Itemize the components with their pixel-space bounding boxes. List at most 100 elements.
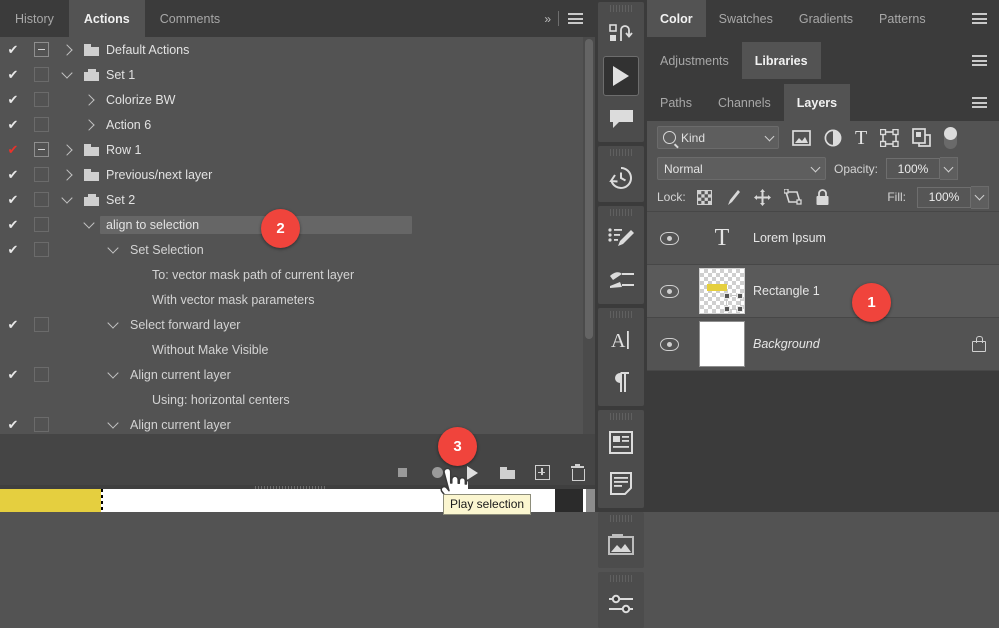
chevron-down-icon[interactable] xyxy=(102,417,124,430)
action-toggle-checkmark[interactable]: ✔ xyxy=(0,368,26,381)
action-toggle-checkmark[interactable]: ✔ xyxy=(0,193,26,206)
rail-grip[interactable] xyxy=(610,413,632,420)
panel-menu-icon[interactable] xyxy=(972,55,987,66)
tab-gradients[interactable]: Gradients xyxy=(786,0,866,37)
lock-transparent-pixels-icon[interactable] xyxy=(696,189,712,205)
layer-row[interactable]: T Lorem Ipsum xyxy=(647,212,999,265)
action-dialog-toggle[interactable] xyxy=(26,167,56,182)
action-row[interactable]: Without Make Visible xyxy=(0,337,583,362)
action-row[interactable]: ✔ Row 1 xyxy=(0,137,583,162)
panel-menu-icon[interactable] xyxy=(972,13,987,24)
canvas-scrollbar[interactable] xyxy=(586,489,595,512)
action-toggle-checkmark[interactable]: ✔ xyxy=(0,243,26,256)
rail-grip[interactable] xyxy=(610,515,632,522)
layer-thumbnail[interactable]: T xyxy=(691,226,753,250)
chevron-right-icon[interactable] xyxy=(56,168,78,181)
action-row[interactable]: ✔ Action 6 xyxy=(0,112,583,137)
rail-libraries-icon[interactable] xyxy=(598,523,644,565)
filter-pixel-layers-icon[interactable] xyxy=(792,129,811,146)
action-dialog-toggle[interactable] xyxy=(26,142,56,157)
action-dialog-toggle[interactable] xyxy=(26,317,56,332)
opacity-stepper[interactable] xyxy=(940,157,959,180)
rail-character-icon[interactable]: A xyxy=(598,319,644,361)
layer-thumbnail[interactable] xyxy=(691,321,753,367)
tab-libraries[interactable]: Libraries xyxy=(741,42,821,79)
fill-stepper[interactable] xyxy=(971,185,989,209)
rail-history-actions-icon[interactable] xyxy=(598,13,644,55)
action-toggle-checkmark[interactable]: ✔ xyxy=(0,418,26,431)
action-toggle-checkmark[interactable]: ✔ xyxy=(0,218,26,231)
layer-row[interactable]: Rectangle 1 xyxy=(647,265,999,318)
rail-brush-settings-icon[interactable] xyxy=(598,259,644,301)
action-dialog-toggle[interactable] xyxy=(26,42,56,57)
action-dialog-toggle[interactable] xyxy=(26,417,56,432)
action-row[interactable]: Using: horizontal centers xyxy=(0,387,583,412)
tab-patterns[interactable]: Patterns xyxy=(866,0,939,37)
chevron-down-icon[interactable] xyxy=(102,367,124,380)
action-toggle-checkmark[interactable]: ✔ xyxy=(0,118,26,131)
chevron-down-icon[interactable] xyxy=(78,217,100,230)
layer-visibility-toggle[interactable] xyxy=(647,337,691,351)
lock-image-pixels-icon[interactable] xyxy=(725,189,741,206)
rail-grip[interactable] xyxy=(610,209,632,216)
chevron-down-icon[interactable] xyxy=(56,67,78,80)
actions-scrollbar-thumb[interactable] xyxy=(585,39,593,339)
action-row[interactable]: To: vector mask path of current layer xyxy=(0,262,583,287)
filter-smart-objects-icon[interactable] xyxy=(912,128,932,147)
chevron-down-icon[interactable] xyxy=(102,317,124,330)
rail-comments-icon[interactable] xyxy=(598,97,644,139)
rail-properties-icon[interactable] xyxy=(598,421,644,463)
action-dialog-toggle[interactable] xyxy=(26,367,56,382)
layer-visibility-toggle[interactable] xyxy=(647,284,691,298)
chevron-down-icon[interactable] xyxy=(102,242,124,255)
rail-grip[interactable] xyxy=(610,149,632,156)
action-dialog-toggle[interactable] xyxy=(26,242,56,257)
tab-channels[interactable]: Channels xyxy=(705,84,784,121)
tab-color[interactable]: Color xyxy=(647,0,706,37)
action-row[interactable]: ✔ Set 1 xyxy=(0,62,583,87)
action-row[interactable]: ✔ Select forward layer xyxy=(0,312,583,337)
rail-grip[interactable] xyxy=(610,5,632,12)
opacity-value[interactable]: 100% xyxy=(886,158,941,179)
action-row[interactable]: ✔ Align current layer xyxy=(0,412,583,434)
action-row[interactable]: ✔ Previous/next layer xyxy=(0,162,583,187)
rail-history-icon[interactable] xyxy=(598,157,644,199)
action-row[interactable]: With vector mask parameters xyxy=(0,287,583,312)
action-toggle-checkmark[interactable]: ✔ xyxy=(0,43,26,56)
chevron-double-right-icon[interactable]: » xyxy=(544,12,551,26)
chevron-right-icon[interactable] xyxy=(78,118,100,131)
blend-mode-select[interactable]: Normal xyxy=(657,157,826,180)
lock-position-icon[interactable] xyxy=(753,188,771,206)
action-dialog-toggle[interactable] xyxy=(26,192,56,207)
chevron-right-icon[interactable] xyxy=(56,143,78,156)
action-toggle-checkmark[interactable]: ✔ xyxy=(0,318,26,331)
tab-actions[interactable]: Actions xyxy=(68,0,145,37)
rail-adjustments-icon[interactable] xyxy=(598,583,644,625)
layer-visibility-toggle[interactable] xyxy=(647,231,691,245)
action-row[interactable]: ✔ Default Actions xyxy=(0,37,583,62)
tab-layers[interactable]: Layers xyxy=(783,84,851,121)
action-dialog-toggle[interactable] xyxy=(26,217,56,232)
filter-toggle-switch[interactable] xyxy=(944,126,958,149)
filter-adjustment-layers-icon[interactable] xyxy=(824,129,842,147)
chevron-down-icon[interactable] xyxy=(56,192,78,205)
chevron-right-icon[interactable] xyxy=(78,93,100,106)
layer-thumbnail[interactable] xyxy=(691,268,753,314)
rail-paragraph-icon[interactable] xyxy=(598,361,644,403)
tab-paths[interactable]: Paths xyxy=(647,84,705,121)
lock-artboard-nesting-icon[interactable] xyxy=(783,188,802,206)
tab-swatches[interactable]: Swatches xyxy=(706,0,786,37)
tab-adjustments[interactable]: Adjustments xyxy=(647,42,742,79)
action-row[interactable]: ✔ Colorize BW xyxy=(0,87,583,112)
panel-menu-icon[interactable] xyxy=(568,13,583,24)
panel-menu-icon[interactable] xyxy=(972,97,987,108)
rail-notes-icon[interactable] xyxy=(598,463,644,505)
tab-comments[interactable]: Comments xyxy=(144,0,236,37)
action-toggle-checkmark[interactable]: ✔ xyxy=(0,168,26,181)
actions-scrollbar[interactable] xyxy=(583,37,595,434)
layer-row[interactable]: Background xyxy=(647,318,999,371)
action-dialog-toggle[interactable] xyxy=(26,67,56,82)
fill-value[interactable]: 100% xyxy=(917,186,971,208)
filter-kind-select[interactable]: Kind xyxy=(657,126,779,149)
action-toggle-checkmark[interactable]: ✔ xyxy=(0,68,26,81)
